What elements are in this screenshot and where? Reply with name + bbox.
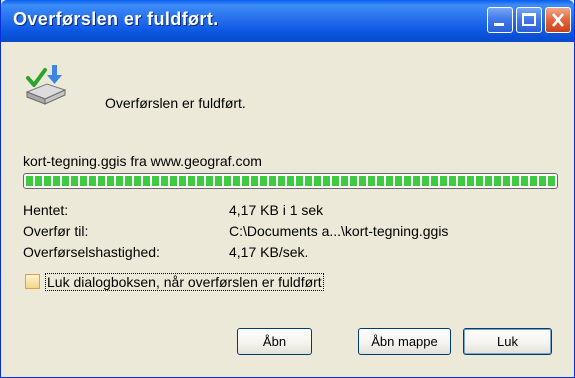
downloaded-value: 4,17 KB i 1 sek (229, 202, 324, 218)
status-message: Overførslen er fuldført. (105, 95, 246, 111)
progress-fill (26, 176, 555, 186)
maximize-button[interactable] (516, 7, 542, 33)
close-on-complete-checkbox[interactable] (25, 274, 40, 289)
title-bar[interactable]: Overførslen er fuldført. (1, 0, 574, 42)
transfer-rate-value: 4,17 KB/sek. (229, 244, 309, 260)
open-folder-button[interactable]: Åbn mappe (358, 328, 451, 355)
maximize-icon (522, 13, 536, 26)
destination-label: Overfør til: (23, 223, 89, 239)
download-complete-dialog: Overførslen er fuldført. Overførslen er … (0, 0, 575, 378)
download-source: kort-tegning.ggis fra www.geograf.com (23, 153, 262, 169)
downloaded-label: Hentet: (23, 202, 69, 218)
minimize-icon (494, 23, 504, 26)
close-on-complete-label[interactable]: Luk dialogboksen, når overførslen er ful… (45, 273, 324, 291)
open-button[interactable]: Åbn (237, 328, 312, 355)
close-icon (552, 13, 564, 27)
progress-bar (23, 173, 558, 189)
download-complete-icon (25, 65, 67, 105)
close-button[interactable]: Luk (463, 328, 552, 355)
minimize-button[interactable] (487, 7, 513, 33)
window-title: Overførslen er fuldført. (13, 9, 219, 29)
close-window-button[interactable] (545, 7, 571, 33)
dialog-body: Overførslen er fuldført. kort-tegning.gg… (1, 42, 574, 377)
transfer-rate-label: Overførselshastighed: (23, 244, 160, 260)
destination-value: C:\Documents a...\kort-tegning.ggis (229, 223, 449, 239)
